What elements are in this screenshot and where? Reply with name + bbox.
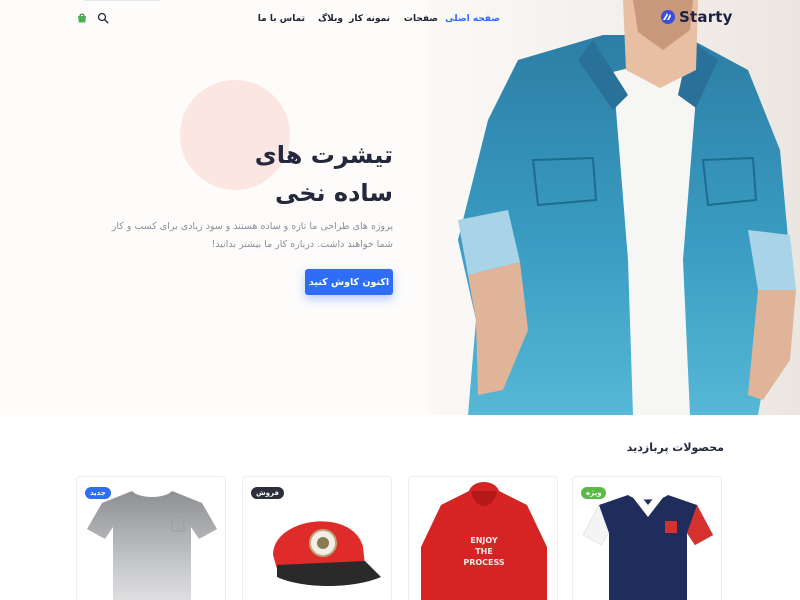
hoodie-print-text-2: THE [475,547,493,556]
hero-section: تیشرت های ساده نخی پروژه های طراحی ما تا… [0,0,800,415]
nav-item-contact[interactable]: تماس با ما [258,14,305,24]
nav-item-blog[interactable]: وبلاگ [318,14,343,24]
logo-mark-icon [661,10,675,24]
product-card[interactable]: فروش [242,476,392,600]
product-image-red-hoodie: ENJOY THE PROCESS [421,482,547,600]
products-section-title: محصولات پربازدید [626,441,724,454]
search-icon[interactable] [97,12,109,24]
product-grid: جدید فروش ENJOY THE PROCESS ویژه [76,476,726,600]
hero-model-image [428,0,800,415]
product-badge: ویژه [581,487,607,499]
hero-title-line-1: تیشرت های [254,141,393,169]
product-badge: جدید [85,487,111,499]
brand-logo[interactable]: Starty [660,8,733,26]
nav-item-pages[interactable]: صفحات [404,14,438,24]
hoodie-print-text-3: PROCESS [463,558,505,567]
site-header: Starty صفحه اصلی صفحات نمونه کار وبلاگ ت… [0,0,800,40]
cart-icon[interactable] [76,12,88,24]
brand-name: Starty [679,8,733,26]
product-card[interactable]: جدید [76,476,226,600]
hero-description: پروژه های طراحی ما تازه و ساده هستند و س… [111,221,393,250]
nav-item-home[interactable]: صفحه اصلی [445,14,500,24]
hero-title-line-2: ساده نخی [274,179,393,207]
hoodie-print-text-1: ENJOY [470,536,498,545]
product-badge: فروش [251,487,284,499]
top-divider [84,0,160,1]
product-card[interactable]: ENJOY THE PROCESS [408,476,558,600]
nav-item-portfolio[interactable]: نمونه کار [349,14,390,24]
hero-title: تیشرت های ساده نخی [255,136,393,212]
header-icons [76,12,109,24]
product-card[interactable]: ویژه [572,476,722,600]
explore-now-button[interactable]: اکنون کاوش کنید [305,269,393,295]
